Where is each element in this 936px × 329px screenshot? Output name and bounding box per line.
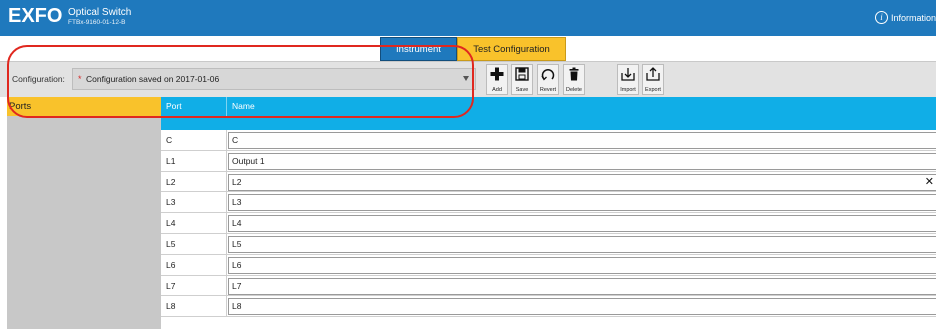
port-cell: L4 [161,213,227,233]
port-cell: L3 [161,192,227,213]
table-row: L4 L4 [161,213,936,234]
tab-test-configuration[interactable]: Test Configuration [457,37,566,61]
port-name-input[interactable]: L6 [228,256,936,274]
column-header-port: Port [161,97,227,116]
revert-label: Revert [539,87,557,93]
export-icon [643,67,663,83]
table-header-filler [161,116,936,130]
port-name-input[interactable]: L4 [228,215,936,233]
exfo-logo: EXFO [8,5,63,27]
port-cell: L8 [161,296,227,317]
configuration-toolbar: Configuration: * Configuration saved on … [0,61,936,97]
port-cell: L1 [161,150,227,171]
trash-icon [564,67,584,83]
revert-button[interactable]: Revert [537,64,559,95]
port-cell: L5 [161,233,227,254]
save-button[interactable]: Save [511,64,533,95]
table-row: L5 L5 [161,233,936,255]
import-button[interactable]: Import [617,64,639,95]
configuration-dropdown[interactable]: * Configuration saved on 2017-01-06 [72,68,476,90]
port-name-input[interactable]: L3 [228,194,936,212]
add-label: Add [492,87,502,93]
revert-icon [538,67,558,83]
information-button[interactable]: i Information [874,11,936,24]
save-label: Save [515,87,529,93]
ports-sidebar-title[interactable]: Ports [7,97,161,116]
product-title: Optical Switch FTBx-9160-01-12-B [68,7,131,27]
table-row: C C [161,130,936,151]
ports-table-header: Port Name [161,97,936,116]
configuration-value: Configuration saved on 2017-01-06 [86,74,220,84]
ports-table-body: C C L1 Output 1 L2 L2 ✕ L3 L3 L4 L4 L5 L… [161,130,936,318]
ports-sidebar: Ports [7,97,161,329]
app-header: EXFO Optical Switch FTBx-9160-01-12-B i … [0,0,936,36]
port-cell: C [161,130,227,150]
plus-icon [487,67,507,83]
delete-label: Delete [566,87,582,93]
port-name-input[interactable]: L8 [228,298,936,316]
chevron-down-icon [463,76,469,81]
import-icon [618,67,638,83]
configuration-label: Configuration: [12,74,65,84]
delete-button[interactable]: Delete [563,64,585,95]
product-name: Optical Switch [68,7,132,18]
clear-icon[interactable]: ✕ [925,175,934,188]
column-header-name: Name [232,101,255,111]
information-label: Information [890,12,936,23]
table-row: L8 L8 [161,296,936,318]
port-name-input[interactable]: L2 [228,173,936,191]
add-button[interactable]: Add [486,64,508,95]
export-label: Export [645,87,661,93]
table-row: L2 L2 ✕ [161,171,936,193]
port-name-input[interactable]: C [228,132,936,149]
import-label: Import [620,87,636,93]
product-model: FTBx-9160-01-12-B [68,19,126,26]
floppy-icon [512,67,532,83]
port-name-input[interactable]: L7 [228,277,936,295]
port-name-input[interactable]: Output 1 [228,152,936,170]
tab-instrument[interactable]: Instrument [380,37,457,61]
port-name-input[interactable]: L5 [228,235,936,253]
table-row: L1 Output 1 [161,150,936,172]
modified-marker: * [78,74,82,84]
table-row: L3 L3 [161,192,936,214]
port-cell: L6 [161,254,227,275]
info-icon: i [874,11,888,24]
table-row: L6 L6 [161,254,936,276]
port-cell: L7 [161,275,227,296]
table-row: L7 L7 [161,275,936,297]
port-cell: L2 [161,171,227,192]
export-button[interactable]: Export [642,64,664,95]
